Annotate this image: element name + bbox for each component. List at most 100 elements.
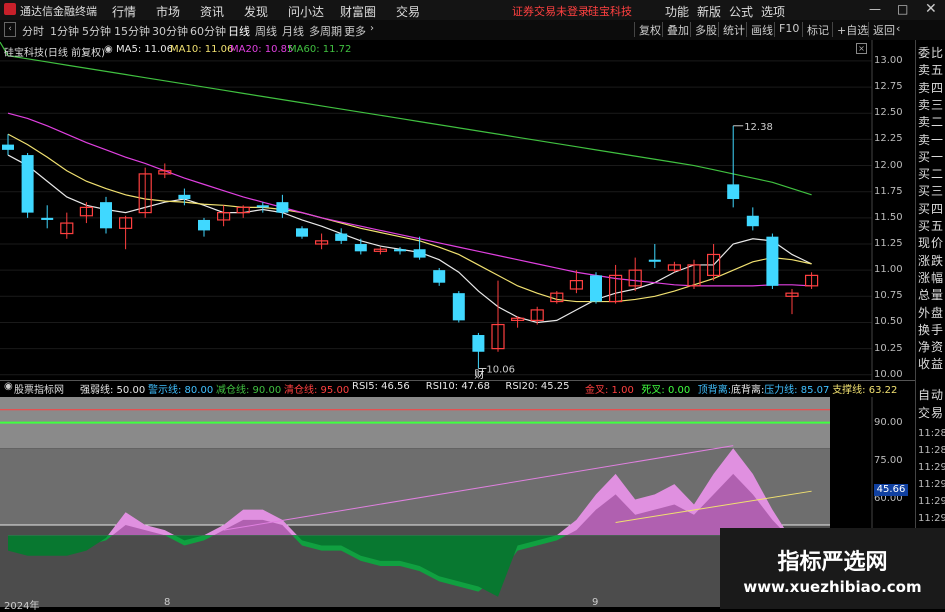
side-panel-item-5[interactable]: 卖一: [918, 131, 944, 148]
tab-15min[interactable]: 15分钟: [114, 23, 150, 39]
tab-weekly[interactable]: 周线: [255, 23, 277, 39]
chart-close-icon[interactable]: ×: [856, 43, 867, 54]
ma-toggle-icon[interactable]: ◉: [104, 44, 113, 55]
side-panel-item-4[interactable]: 卖二: [918, 113, 944, 130]
side-panel-item-14[interactable]: 总量: [918, 286, 944, 303]
side-panel-item-2[interactable]: 卖四: [918, 79, 944, 96]
date-label-year: 2024年: [4, 601, 40, 612]
tab-1min[interactable]: 1分钟: [50, 23, 79, 39]
app-name: 通达信金融终端: [20, 5, 97, 18]
side-panel-item-13[interactable]: 涨幅: [918, 269, 944, 286]
price-tick-4: 12.00: [874, 159, 903, 171]
price-tick-11: 10.25: [874, 342, 903, 354]
tab-monthly[interactable]: 月线: [282, 23, 304, 39]
candle-body: [335, 233, 348, 241]
candlestick-chart[interactable]: 12.38 10.06财: [0, 40, 915, 380]
indicator-item-7: 金叉: 1.00: [585, 385, 634, 396]
side-panel-item-12[interactable]: 涨跌: [918, 252, 944, 269]
button-multistock[interactable]: 多股: [690, 22, 717, 37]
more-chevron-icon[interactable]: ›: [370, 23, 374, 34]
candle-body: [472, 335, 485, 352]
indicator-toggle-icon[interactable]: ◉: [4, 381, 13, 392]
menu-quote[interactable]: 行情: [112, 3, 136, 20]
side-panel-item-7[interactable]: 买二: [918, 165, 944, 182]
menu-wealth[interactable]: 财富圈: [340, 3, 376, 20]
close-icon[interactable]: ✕: [925, 1, 937, 17]
tab-5min[interactable]: 5分钟: [82, 23, 111, 39]
side-panel-item-0[interactable]: 委比: [918, 44, 944, 61]
tab-more[interactable]: 更多: [344, 23, 366, 39]
tab-multiperiod[interactable]: 多周期: [309, 23, 342, 39]
side-panel-item-15[interactable]: 外盘: [918, 304, 944, 321]
side-panel-item-9[interactable]: 买四: [918, 200, 944, 217]
legend-ma20: MA20: 10.85: [230, 44, 294, 55]
menu-discover[interactable]: 发现: [244, 3, 268, 20]
side-panel-time-5: 11:29: [918, 513, 945, 524]
indicator-name[interactable]: 股票指标网: [14, 381, 64, 396]
button-add-watchlist[interactable]: +自选: [832, 22, 868, 37]
maximize-icon[interactable]: □: [897, 2, 908, 16]
tab-daily[interactable]: 日线: [228, 23, 250, 39]
indicator-item-8: 死叉: 0.00: [641, 385, 691, 396]
side-panel-item-3[interactable]: 卖三: [918, 96, 944, 113]
candle-body: [413, 249, 426, 258]
candle-body: [648, 259, 661, 262]
side-panel-item-10[interactable]: 买五: [918, 217, 944, 234]
sidebar-toggle-icon[interactable]: ‹: [4, 22, 16, 37]
button-back[interactable]: 返回: [868, 22, 895, 37]
side-panel-item-18[interactable]: 收益: [918, 355, 944, 372]
side-panel-item-17[interactable]: 净资: [918, 338, 944, 355]
button-draw[interactable]: 画线: [746, 22, 773, 37]
indicator-item-5: RSI10: 47.68: [425, 381, 490, 392]
price-tick-7: 11.25: [874, 238, 903, 249]
tab-30min[interactable]: 30分钟: [152, 23, 188, 39]
candle-body: [766, 236, 779, 286]
login-warning[interactable]: 证券交易未登录: [512, 3, 589, 19]
button-overlay[interactable]: 叠加: [662, 22, 689, 37]
indicator-item-11: 压力线: 85.07: [764, 385, 830, 396]
menu-trade[interactable]: 交易: [396, 3, 420, 20]
side-panel-item-8[interactable]: 买三: [918, 182, 944, 199]
watermark-url: www.xuezhibiao.com: [743, 578, 922, 596]
legend-ma5: MA5: 11.06: [116, 44, 174, 55]
legend-ma60: MA60: 11.72: [288, 44, 352, 55]
menu-formula[interactable]: 公式: [729, 3, 753, 20]
chart-title: 硅宝科技(日线 前复权): [4, 48, 105, 59]
candle-body: [433, 270, 446, 283]
legend-ma10: MA10: 11.06: [170, 44, 234, 55]
app-logo-icon: [4, 3, 16, 15]
side-panel-time-2: 11:29: [918, 462, 945, 473]
side-panel-item-16[interactable]: 换手: [918, 321, 944, 338]
side-panel-item-11[interactable]: 现价: [918, 234, 944, 251]
menu-ask[interactable]: 问小达: [288, 3, 324, 20]
tab-timeshare[interactable]: 分时: [22, 23, 44, 39]
side-panel-item-19[interactable]: 自动: [918, 386, 944, 403]
side-panel-item-20[interactable]: 交易: [918, 404, 944, 421]
tab-60min[interactable]: 60分钟: [190, 23, 226, 39]
button-f10[interactable]: F10: [774, 22, 799, 37]
price-tick-1: 12.75: [874, 81, 903, 93]
button-mark[interactable]: 标记: [802, 22, 829, 37]
side-panel-item-6[interactable]: 买一: [918, 148, 944, 165]
button-adjust[interactable]: 复权: [634, 22, 661, 37]
side-panel-time-1: 11:28: [918, 445, 945, 456]
candle-body: [354, 244, 367, 252]
side-panel-item-1[interactable]: 卖五: [918, 61, 944, 78]
menu-newversion[interactable]: 新版: [697, 3, 721, 20]
price-tick-2: 12.50: [874, 107, 903, 119]
menu-news[interactable]: 资讯: [200, 3, 224, 20]
indicator-item-10: 底背离:: [731, 385, 765, 396]
menu-function[interactable]: 功能: [665, 3, 689, 20]
menu-market[interactable]: 市场: [156, 3, 180, 20]
minimize-icon[interactable]: —: [869, 2, 881, 16]
side-panel-time-0: 11:28: [918, 428, 945, 439]
menu-options[interactable]: 选项: [761, 3, 785, 20]
indicator-item-9: 顶背离:: [697, 385, 732, 396]
event-marker: 财: [474, 368, 484, 380]
ma-line-ma60: [0, 41, 812, 196]
low-price-label: 10.06: [486, 364, 515, 375]
menu-bar: 通达信金融终端 行情 市场 资讯 发现 问小达 财富圈 交易 证券交易未登录 硅…: [0, 0, 945, 21]
button-stats[interactable]: 统计: [718, 22, 745, 37]
indicator-item-3: 清仓线: 95.00: [284, 385, 350, 396]
panel-toggle-icon[interactable]: ‹: [896, 22, 900, 35]
